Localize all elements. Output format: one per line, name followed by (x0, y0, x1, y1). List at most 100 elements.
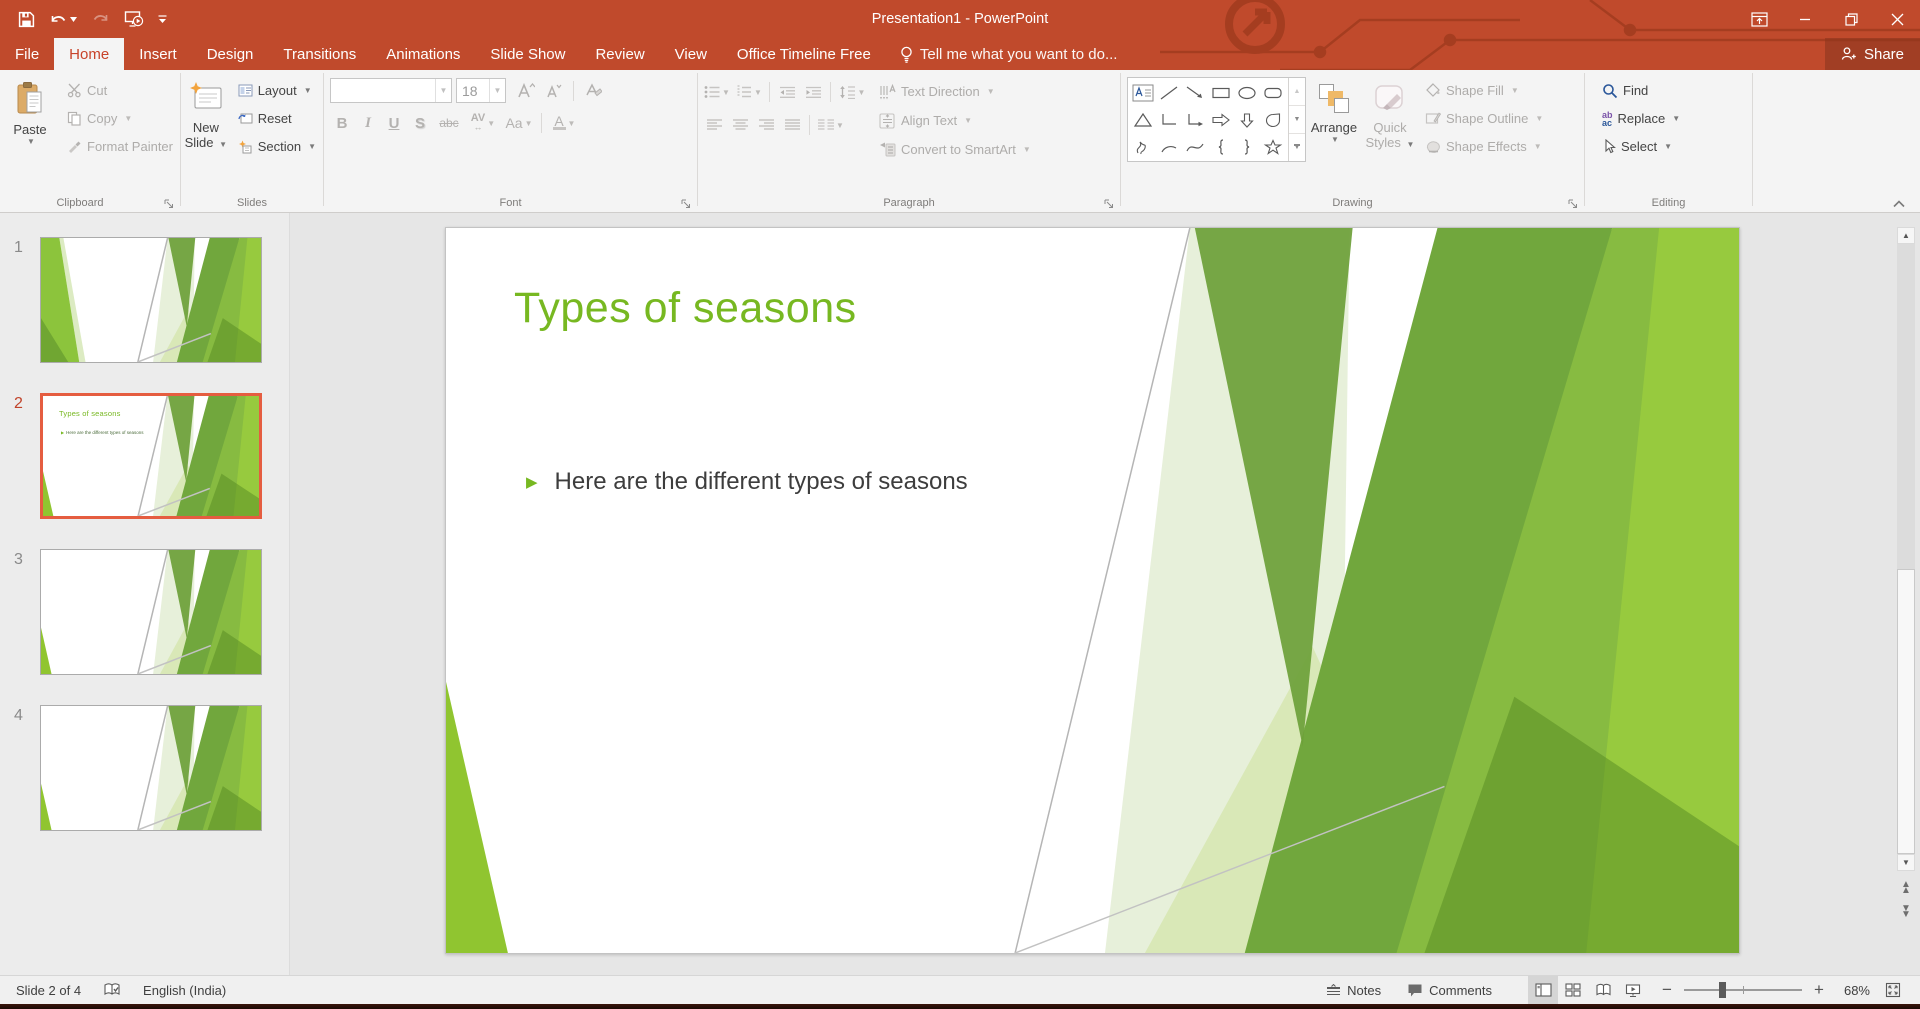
clipboard-dialog-launcher[interactable] (164, 199, 174, 209)
font-size-combo[interactable]: 18 ▼ (456, 78, 506, 103)
undo-icon[interactable] (49, 12, 77, 27)
scroll-down-button[interactable]: ▼ (1897, 854, 1915, 871)
justify-button[interactable] (780, 113, 804, 137)
strikethrough-button[interactable]: abc (434, 111, 464, 135)
zoom-out-button[interactable]: − (1658, 980, 1676, 1000)
quick-styles-button[interactable]: Quick Styles ▼ (1362, 76, 1418, 192)
scroll-up-button[interactable]: ▲ (1897, 227, 1915, 244)
next-slide-button[interactable]: ▼ ▼ (1897, 900, 1915, 924)
notes-button[interactable]: Notes (1320, 976, 1387, 1005)
increase-indent-button[interactable] (801, 80, 825, 104)
bold-button[interactable]: B (330, 111, 354, 135)
align-left-button[interactable] (702, 113, 726, 137)
collapse-ribbon-chevron[interactable] (1892, 199, 1906, 208)
tab-file[interactable]: File (0, 38, 54, 70)
slide-sorter-view-button[interactable] (1558, 976, 1588, 1005)
comments-button[interactable]: Comments (1401, 976, 1498, 1005)
shrink-font-button[interactable] (542, 79, 566, 103)
shape-triangle[interactable] (1131, 107, 1155, 132)
columns-button[interactable]: ▼ (815, 113, 847, 137)
character-spacing-button[interactable]: AV ↔ ▼ (466, 111, 500, 135)
spell-check-icon[interactable] (103, 982, 121, 998)
previous-slide-button[interactable]: ▲ ▲ (1897, 876, 1915, 900)
slide-title-text[interactable]: Types of seasons (514, 284, 857, 333)
slide-bullet-item[interactable]: ▶ Here are the different types of season… (526, 468, 968, 496)
find-button[interactable]: Find (1597, 78, 1685, 103)
slide-1-thumbnail[interactable] (40, 237, 262, 363)
slide-canvas[interactable]: Types of seasons ▶ Here are the differen… (445, 227, 1740, 954)
arrange-button[interactable]: Arrange ▼ (1306, 76, 1362, 192)
close-icon[interactable] (1874, 0, 1920, 38)
start-slideshow-icon[interactable] (124, 10, 144, 28)
align-center-button[interactable] (728, 113, 752, 137)
tab-transitions[interactable]: Transitions (268, 38, 371, 70)
normal-view-button[interactable] (1528, 975, 1558, 1005)
align-right-button[interactable] (754, 113, 778, 137)
align-text-button[interactable]: Align Text ▼ (874, 108, 1036, 133)
cut-button[interactable]: Cut (62, 78, 178, 103)
copy-button[interactable]: Copy ▼ (62, 106, 178, 131)
clear-formatting-button[interactable] (581, 79, 605, 103)
decrease-indent-button[interactable] (775, 80, 799, 104)
zoom-in-button[interactable]: + (1810, 980, 1828, 1000)
tab-design[interactable]: Design (192, 38, 269, 70)
shape-right-brace[interactable] (1235, 134, 1259, 159)
shape-rounded-rectangle[interactable] (1261, 80, 1285, 105)
zoom-slider-track[interactable] (1684, 982, 1802, 998)
tab-home[interactable]: Home (54, 38, 125, 70)
shape-line[interactable] (1157, 80, 1181, 105)
shape-fill-button[interactable]: Shape Fill ▼ (1420, 78, 1548, 103)
font-size-dropdown[interactable]: ▼ (489, 79, 505, 102)
new-slide-dropdown[interactable]: ▼ (219, 140, 227, 149)
scrollbar-thumb[interactable] (1897, 569, 1915, 854)
shape-star[interactable] (1261, 134, 1285, 159)
ribbon-display-options-icon[interactable] (1736, 0, 1782, 38)
shape-left-brace[interactable] (1209, 134, 1233, 159)
arrange-dropdown[interactable]: ▼ (1331, 135, 1339, 144)
reset-button[interactable]: Reset (233, 106, 321, 131)
save-icon[interactable] (18, 11, 35, 28)
slide-4-thumbnail[interactable] (40, 705, 262, 831)
shape-elbow-arrow-connector[interactable] (1183, 107, 1207, 132)
line-spacing-button[interactable]: ▼ (836, 80, 868, 104)
select-button[interactable]: Select ▼ (1597, 134, 1685, 159)
shape-curve[interactable] (1183, 134, 1207, 159)
paste-dropdown[interactable]: ▼ (27, 137, 35, 146)
slideshow-view-button[interactable] (1618, 976, 1648, 1005)
bullets-button[interactable]: ▼ (702, 80, 732, 104)
gallery-scroll-down[interactable]: ▼ (1289, 105, 1305, 133)
shape-right-arrow[interactable] (1209, 107, 1233, 132)
text-direction-button[interactable]: Text Direction ▼ (874, 79, 1036, 104)
tab-insert[interactable]: Insert (124, 38, 192, 70)
underline-button[interactable]: U (382, 111, 406, 135)
italic-button[interactable]: I (356, 111, 380, 135)
change-case-button[interactable]: Aa ▼ (502, 111, 536, 135)
shape-scribble[interactable] (1131, 134, 1155, 159)
shape-effects-button[interactable]: Shape Effects ▼ (1420, 134, 1548, 159)
tab-view[interactable]: View (660, 38, 722, 70)
shape-outline-button[interactable]: Shape Outline ▼ (1420, 106, 1548, 131)
text-shadow-button[interactable]: S (408, 111, 432, 135)
format-painter-button[interactable]: Format Painter (62, 134, 178, 159)
shape-elbow-connector[interactable] (1157, 107, 1181, 132)
minimize-icon[interactable] (1782, 0, 1828, 38)
gallery-scroll-up[interactable]: ▲ (1289, 78, 1305, 105)
convert-to-smartart-button[interactable]: Convert to SmartArt ▼ (874, 137, 1036, 162)
slide-3-thumbnail[interactable] (40, 549, 262, 675)
replace-button[interactable]: ab ac Replace ▼ (1597, 106, 1685, 131)
section-button[interactable]: Section ▼ (233, 134, 321, 159)
customize-quick-access-icon[interactable] (158, 14, 167, 24)
restore-icon[interactable] (1828, 0, 1874, 38)
shape-text-box[interactable] (1131, 80, 1155, 105)
scrollbar-track[interactable] (1897, 244, 1915, 854)
slide-2-thumbnail[interactable]: Types of seasons ▶ Here are the different… (40, 393, 262, 519)
shape-teardrop[interactable] (1261, 107, 1285, 132)
numbering-button[interactable]: ▼ (734, 80, 764, 104)
fit-slide-to-window-button[interactable] (1878, 976, 1908, 1005)
tab-animations[interactable]: Animations (371, 38, 475, 70)
new-slide-button[interactable]: New Slide ▼ (183, 76, 229, 192)
layout-button[interactable]: Layout ▼ (233, 78, 321, 103)
gallery-more-button[interactable]: ▼ (1289, 133, 1305, 161)
zoom-level[interactable]: 68% (1828, 983, 1870, 998)
tell-me-box[interactable]: Tell me what you want to do... (886, 38, 1132, 70)
